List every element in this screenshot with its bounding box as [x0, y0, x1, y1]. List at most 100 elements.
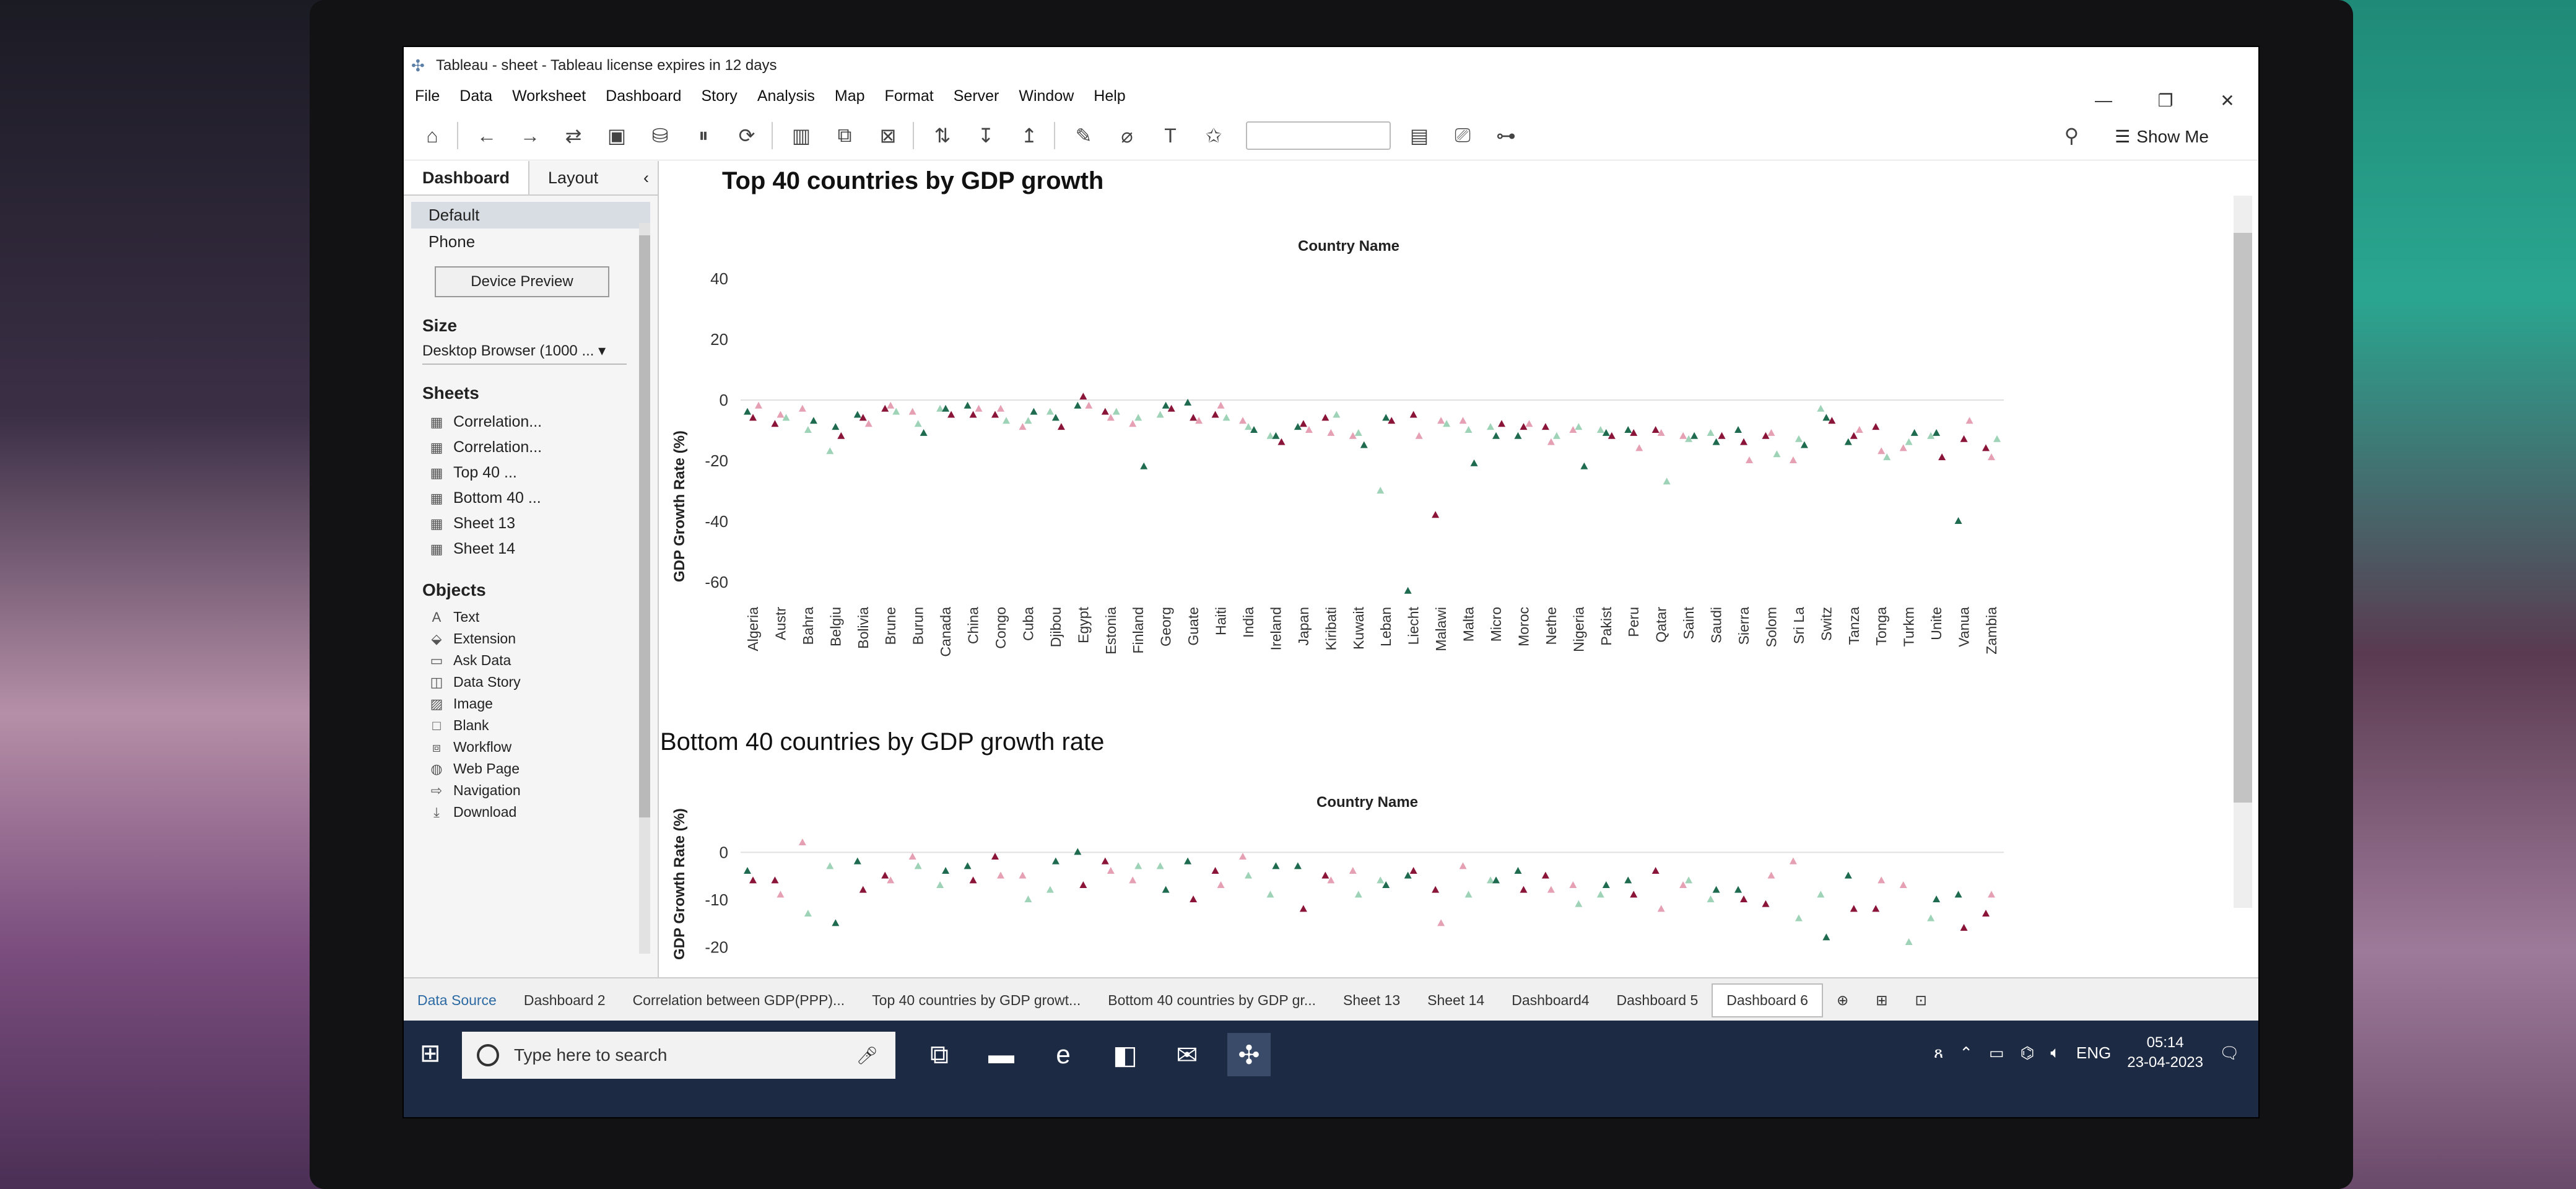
data-point[interactable] — [942, 404, 950, 412]
tableau-taskbar-icon[interactable]: ✣ — [1227, 1033, 1271, 1076]
data-point[interactable] — [1630, 891, 1638, 898]
data-point[interactable] — [804, 426, 812, 433]
data-point[interactable] — [1024, 417, 1032, 424]
data-point[interactable] — [1905, 938, 1913, 945]
data-point[interactable] — [969, 876, 977, 884]
data-point[interactable] — [1101, 407, 1109, 415]
data-point[interactable] — [1651, 867, 1660, 874]
data-point[interactable] — [1580, 462, 1588, 469]
data-point[interactable] — [1349, 867, 1357, 874]
data-point[interactable] — [1382, 414, 1390, 421]
data-point[interactable] — [1988, 891, 1995, 898]
data-point[interactable] — [1321, 414, 1329, 421]
menu-data[interactable]: Data — [459, 87, 492, 105]
tab-dashboard4[interactable]: Dashboard4 — [1498, 992, 1603, 1009]
attach-icon[interactable]: ⌀ — [1112, 124, 1142, 147]
data-point[interactable] — [1789, 456, 1797, 463]
data-point[interactable] — [1074, 401, 1082, 409]
data-point[interactable] — [1514, 432, 1522, 439]
data-point[interactable] — [1822, 414, 1830, 421]
clear-icon[interactable]: ⊠ — [873, 124, 903, 147]
data-point[interactable] — [1079, 881, 1087, 888]
replay-icon[interactable]: ⇄ — [559, 124, 588, 147]
tab-top-40[interactable]: Top 40 countries by GDP growt... — [858, 992, 1094, 1009]
data-point[interactable] — [991, 853, 999, 860]
data-point[interactable] — [749, 876, 757, 884]
data-point[interactable] — [1663, 477, 1671, 485]
data-point[interactable] — [1795, 914, 1803, 921]
data-point[interactable] — [1492, 876, 1500, 884]
data-point[interactable] — [1459, 862, 1467, 869]
data-point[interactable] — [1085, 401, 1093, 409]
data-point[interactable] — [1899, 881, 1907, 888]
data-point[interactable] — [1993, 435, 2001, 442]
data-point[interactable] — [1239, 853, 1247, 860]
data-point[interactable] — [1596, 426, 1604, 433]
sheet-item[interactable]: ▦ Bottom 40 ... — [404, 486, 658, 511]
save-icon[interactable]: ▣ — [602, 124, 632, 147]
format-brush-icon[interactable]: ⚲ — [2065, 124, 2079, 147]
data-point[interactable] — [1464, 426, 1473, 433]
data-point[interactable] — [1602, 881, 1610, 888]
menu-map[interactable]: Map — [835, 87, 865, 105]
duplicate-icon[interactable]: ⧉ — [830, 124, 859, 147]
pin-icon[interactable]: ✩ — [1199, 124, 1229, 147]
data-point[interactable] — [997, 871, 1004, 879]
data-point[interactable] — [1217, 881, 1225, 888]
tab-bottom-40[interactable]: Bottom 40 countries by GDP gr... — [1094, 992, 1329, 1009]
collapse-icon[interactable]: ‹ — [635, 161, 658, 194]
data-point[interactable] — [1162, 401, 1170, 409]
data-point[interactable] — [887, 401, 895, 409]
data-point[interactable] — [864, 420, 872, 427]
new-dashboard-tab-icon[interactable]: ⊞ — [1862, 992, 1901, 1009]
data-point[interactable] — [1850, 905, 1858, 912]
data-point[interactable] — [1988, 453, 1995, 461]
tab-dashboard-2[interactable]: Dashboard 2 — [510, 992, 619, 1009]
data-point[interactable] — [1019, 423, 1027, 430]
data-point[interactable] — [1690, 432, 1699, 439]
swap-icon[interactable]: ⇅ — [928, 124, 957, 147]
data-point[interactable] — [755, 401, 762, 409]
data-point[interactable] — [1354, 429, 1362, 436]
data-point[interactable] — [1965, 417, 1973, 424]
data-point[interactable] — [1712, 886, 1720, 893]
data-point[interactable] — [1409, 867, 1417, 874]
object-image[interactable]: ▨ Image — [404, 693, 658, 715]
data-point[interactable] — [1878, 447, 1886, 455]
data-point[interactable] — [1129, 876, 1137, 884]
data-point[interactable] — [1156, 411, 1164, 418]
data-point[interactable] — [1767, 871, 1775, 879]
data-point[interactable] — [1844, 871, 1852, 879]
taskbar-search[interactable]: Type here to search 🎤︎ — [462, 1032, 895, 1079]
data-point[interactable] — [1019, 871, 1027, 879]
data-point[interactable] — [832, 423, 840, 430]
data-point[interactable] — [1817, 404, 1825, 412]
data-point[interactable] — [1541, 423, 1549, 430]
data-point[interactable] — [1432, 886, 1440, 893]
data-point[interactable] — [892, 407, 900, 415]
data-point[interactable] — [832, 919, 840, 926]
notifications-icon[interactable]: 🗨︎ — [2219, 1043, 2240, 1063]
new-story-tab-icon[interactable]: ⊡ — [1902, 992, 1941, 1009]
data-point[interactable] — [881, 871, 889, 879]
data-point[interactable] — [1459, 417, 1467, 424]
sheet-item[interactable]: ▦ Correlation... — [404, 435, 658, 460]
data-point[interactable] — [1487, 423, 1494, 430]
canvas-scroll-thumb[interactable] — [2234, 233, 2252, 803]
data-point[interactable] — [777, 891, 785, 898]
object-extension[interactable]: ⬙ Extension — [404, 628, 658, 650]
undo-icon[interactable]: ← — [472, 124, 502, 147]
object-ask-data[interactable]: ▭ Ask Data — [404, 650, 658, 671]
presentation-icon[interactable]: ⎚ — [1448, 124, 1477, 147]
data-point[interactable] — [1470, 459, 1478, 466]
data-point[interactable] — [1767, 429, 1775, 436]
data-point[interactable] — [1492, 432, 1500, 439]
data-point[interactable] — [1740, 895, 1747, 902]
menu-file[interactable]: File — [415, 87, 440, 105]
data-point[interactable] — [1211, 867, 1219, 874]
size-dropdown[interactable]: Desktop Browser (1000 ... ▾ — [422, 342, 627, 365]
fit-select[interactable] — [1246, 121, 1391, 150]
data-point[interactable] — [1266, 891, 1274, 898]
data-point[interactable] — [1057, 423, 1065, 430]
data-point[interactable] — [1850, 432, 1858, 439]
